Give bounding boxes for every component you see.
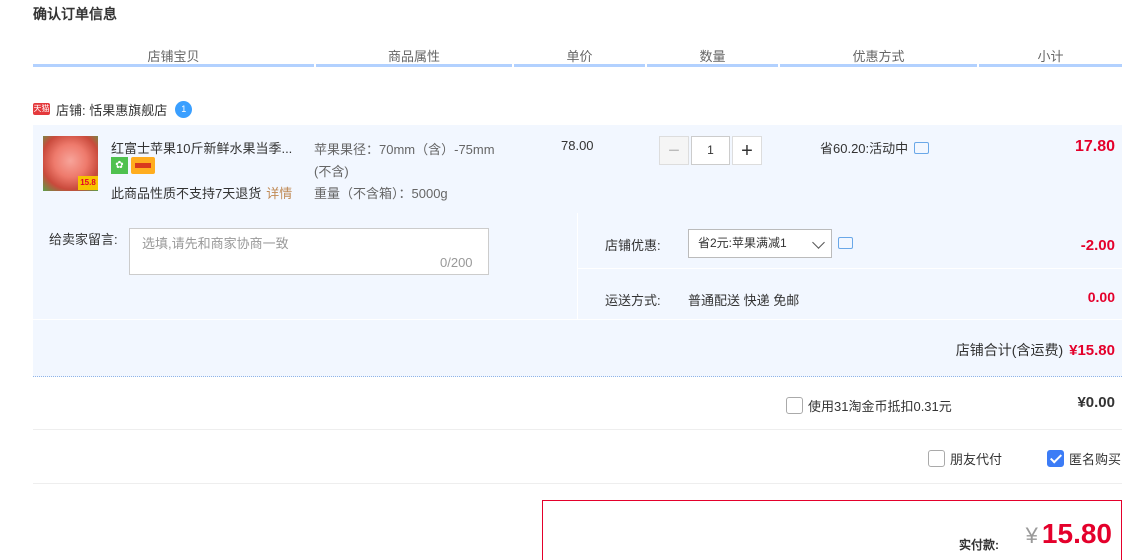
header-underline	[647, 64, 778, 67]
product-title-link[interactable]: 红富士苹果10斤新鲜水果当季...	[111, 138, 292, 157]
quantity-decrease-button[interactable]: −	[659, 136, 689, 165]
tmall-icon: 天猫	[33, 103, 50, 115]
coins-option[interactable]: 使用31淘金币抵扣0.31元	[786, 396, 952, 415]
anonymous-option[interactable]: 匿名购买	[1047, 449, 1121, 468]
shop-name-link[interactable]: 店铺: 恬果惠旗舰店	[56, 100, 167, 119]
header-underline	[33, 64, 314, 67]
seller-message-count: 0/200	[440, 255, 473, 270]
header-unit-price: 单价	[566, 49, 593, 64]
product-prop-diameter: 苹果果径：70mm（含）-75mm	[314, 142, 495, 157]
header-subtotal: 小计	[1037, 49, 1064, 64]
payment-label: 实付款:	[959, 538, 999, 552]
discount-detail-icon[interactable]	[838, 237, 853, 249]
page-title: 确认订单信息	[33, 6, 117, 22]
chevron-down-icon	[812, 236, 825, 249]
shop-discount-info	[838, 237, 853, 252]
header-promo: 优惠方式	[852, 49, 905, 64]
header-underline	[780, 64, 977, 67]
return-policy-text: 此商品性质不支持7天退货	[111, 186, 262, 201]
coins-label: 使用31淘金币抵扣0.31元	[808, 399, 952, 414]
shop-row: 天猫 店铺: 恬果惠旗舰店 1	[33, 99, 193, 119]
wangwang-chat-icon[interactable]: 1	[175, 100, 193, 118]
shop-total: 店铺合计(含运费) ¥15.80	[956, 340, 1115, 360]
friend-pay-option[interactable]: 朋友代付	[928, 449, 1002, 468]
header-underline	[316, 64, 512, 67]
quantity-input[interactable]: 1	[691, 136, 730, 165]
coins-checkbox[interactable]	[786, 397, 803, 414]
item-subtotal: 17.80	[1074, 138, 1115, 155]
shop-discount-amount: -2.00	[1080, 237, 1115, 254]
header-underline	[514, 64, 645, 67]
shipping-method: 普通配送 快递 免邮	[688, 293, 800, 308]
payment-currency: ¥	[1025, 523, 1038, 548]
shop-discount-selected: 省2元:苹果满减1	[698, 236, 787, 250]
header-shop-item: 店铺宝贝	[147, 49, 200, 64]
divider	[578, 268, 1122, 269]
credit-card-icon	[131, 157, 155, 174]
shipping-amount: 0.00	[1087, 289, 1115, 305]
return-policy-note: 此商品性质不支持7天退货 详情	[111, 183, 292, 202]
shop-total-amount: ¥15.80	[1069, 342, 1115, 359]
anonymous-label: 匿名购买	[1069, 452, 1122, 467]
coins-amount: ¥0.00	[1077, 394, 1115, 411]
shop-total-label: 店铺合计(含运费)	[955, 342, 1064, 358]
shop-discount-label: 店铺优惠:	[605, 238, 661, 253]
product-prop-weight: 重量（不含箱）：5000g	[314, 186, 448, 201]
promo-text: 省60.20:活动中	[820, 141, 909, 156]
shop-discount-select[interactable]: 省2元:苹果满减1	[688, 229, 832, 258]
shipping-label: 运送方式:	[605, 293, 661, 308]
header-underline	[979, 64, 1122, 67]
product-prop-diameter-cont: (不含)	[314, 164, 349, 179]
friend-pay-checkbox[interactable]	[928, 450, 945, 467]
header-quantity: 数量	[699, 49, 726, 64]
payment-amount: ¥15.80	[1026, 518, 1112, 550]
divider	[33, 319, 1122, 320]
quantity-stepper: − 1 +	[659, 136, 762, 165]
guarantee-icon: ✿	[111, 157, 128, 174]
divider	[33, 429, 1122, 430]
promo-info: 省60.20:活动中	[820, 138, 930, 157]
divider	[577, 213, 578, 320]
product-service-icons: ✿	[111, 157, 155, 174]
product-image-price-badge: 15.8	[78, 176, 98, 190]
unit-price: 78.00	[561, 138, 594, 153]
return-policy-details-link[interactable]: 详情	[266, 186, 292, 201]
divider	[33, 483, 1122, 484]
quantity-increase-button[interactable]: +	[732, 136, 762, 165]
friend-pay-label: 朋友代付	[950, 452, 1003, 467]
payment-amount-value: 15.80	[1041, 518, 1112, 549]
anonymous-checkbox[interactable]	[1047, 450, 1064, 467]
seller-message-label: 给卖家留言:	[49, 232, 118, 247]
promo-detail-icon[interactable]	[914, 141, 930, 154]
seller-message-placeholder: 选填,请先和商家协商一致	[142, 236, 289, 251]
header-item-props: 商品属性	[387, 49, 440, 64]
